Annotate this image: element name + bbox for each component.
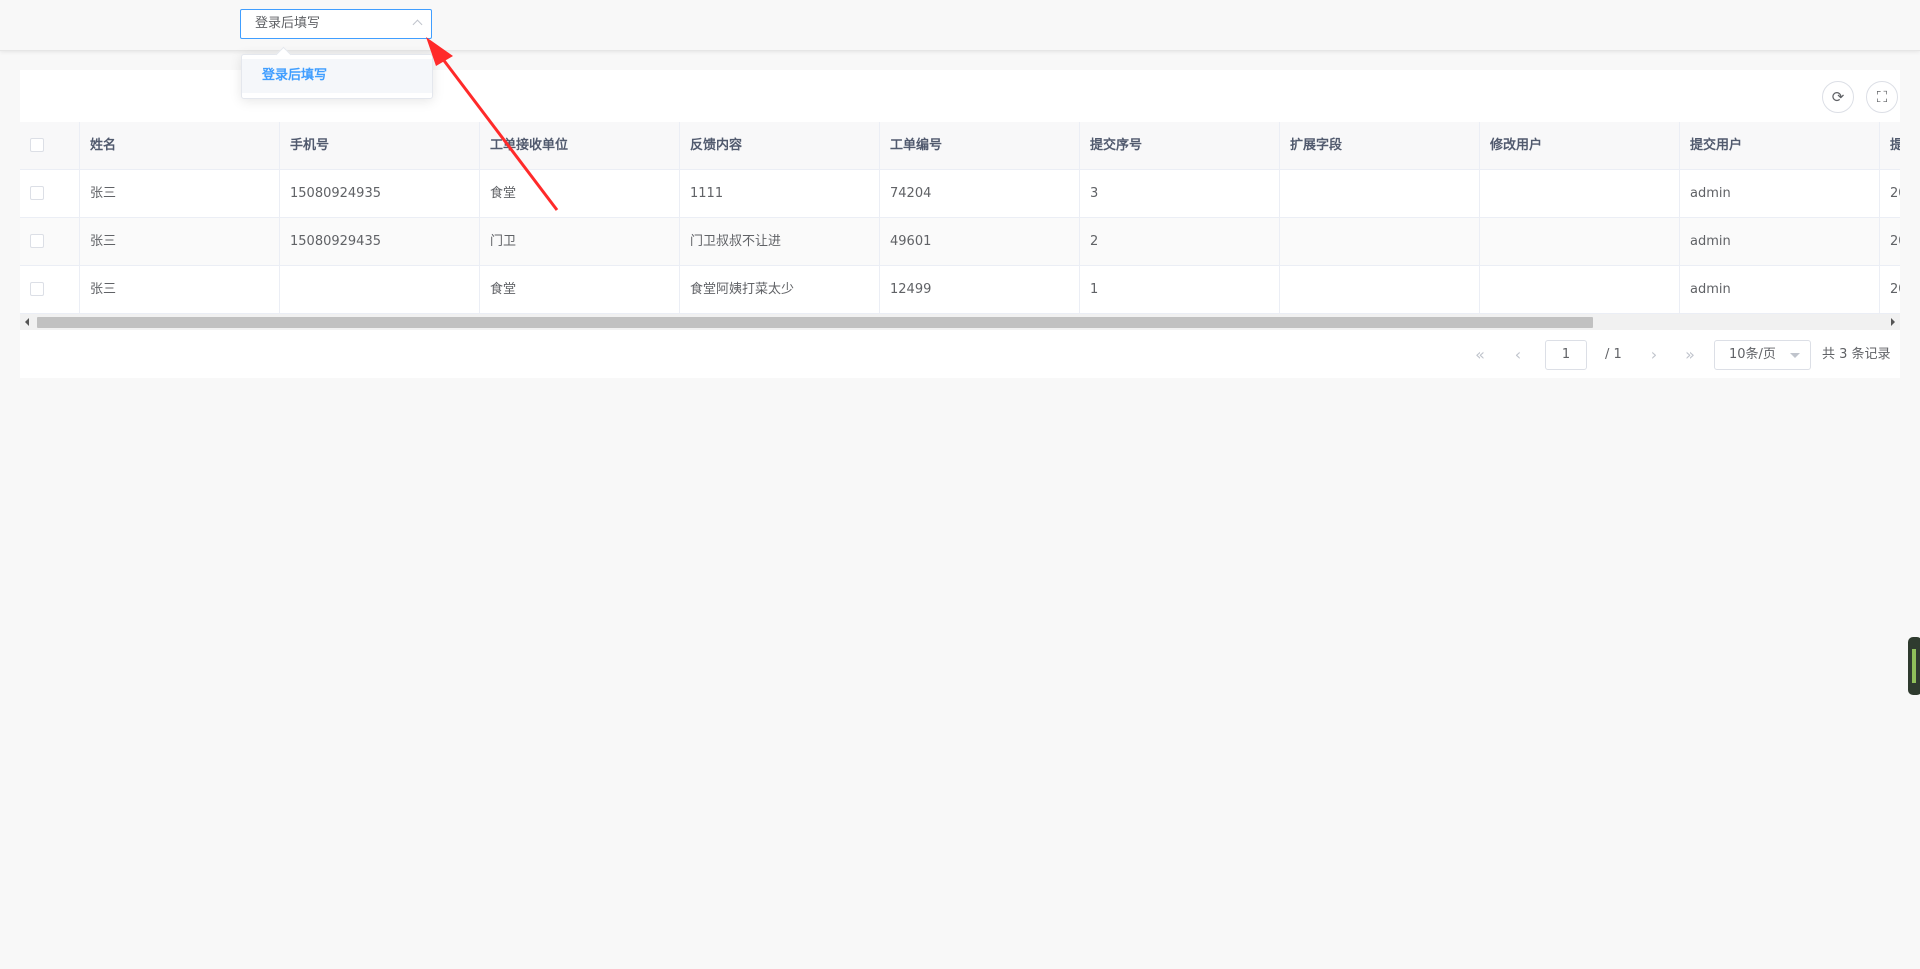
table-cell: 门卫 xyxy=(480,218,680,265)
prev-page-button[interactable]: ‹ xyxy=(1504,340,1532,370)
table-row[interactable]: 张三 食堂 食堂阿姨打菜太少 12499 1 admin 20 xyxy=(20,266,1900,314)
caret-down-icon xyxy=(1790,353,1800,358)
table-cell: 15080924935 xyxy=(280,170,480,217)
table-cell xyxy=(1280,170,1480,217)
column-header[interactable]: 提交序号 xyxy=(1080,122,1280,169)
scroll-left-icon[interactable] xyxy=(25,318,29,326)
last-page-button[interactable]: » xyxy=(1676,340,1704,370)
table-cell: 49601 xyxy=(880,218,1080,265)
top-bar: 登录后填写 xyxy=(0,0,1920,51)
table-cell: 食堂 xyxy=(480,266,680,313)
table-cell: 张三 xyxy=(80,266,280,313)
next-page-button[interactable]: › xyxy=(1640,340,1668,370)
select-all-cell xyxy=(20,122,80,169)
chevron-right-icon: › xyxy=(1650,345,1658,364)
table-cell: 1111 xyxy=(680,170,880,217)
select-all-checkbox[interactable] xyxy=(30,138,44,152)
row-select-cell xyxy=(20,218,80,265)
table-cell xyxy=(1480,170,1680,217)
table-cell: 74204 xyxy=(880,170,1080,217)
row-select-cell xyxy=(20,266,80,313)
table-cell: 1 xyxy=(1080,266,1280,313)
column-header[interactable]: 反馈内容 xyxy=(680,122,880,169)
table-cell: 门卫叔叔不让进 xyxy=(680,218,880,265)
table-cell xyxy=(1480,266,1680,313)
status-select-value: 登录后填写 xyxy=(255,16,321,31)
fullscreen-icon: ⛶ xyxy=(1876,88,1888,106)
row-checkbox[interactable] xyxy=(30,282,44,296)
table-cell: admin xyxy=(1680,266,1880,313)
table-cell: 张三 xyxy=(80,170,280,217)
table-cell: 12499 xyxy=(880,266,1080,313)
horizontal-scrollbar[interactable] xyxy=(20,314,1900,330)
scrollbar-thumb[interactable] xyxy=(37,317,1593,328)
refresh-button[interactable]: ⟳ xyxy=(1822,81,1854,113)
double-chevron-left-icon: « xyxy=(1475,345,1485,364)
row-checkbox[interactable] xyxy=(30,234,44,248)
column-header[interactable]: 提 xyxy=(1880,122,1900,169)
column-header[interactable]: 工单编号 xyxy=(880,122,1080,169)
column-header[interactable]: 修改用户 xyxy=(1480,122,1680,169)
page-number-input[interactable]: 1 xyxy=(1545,340,1587,370)
dropdown-option[interactable]: 登录后填写 xyxy=(242,59,432,93)
first-page-button[interactable]: « xyxy=(1466,340,1494,370)
column-header[interactable]: 工单接收单位 xyxy=(480,122,680,169)
status-select-dropdown: 登录后填写 xyxy=(241,46,433,99)
scroll-right-icon[interactable] xyxy=(1891,318,1895,326)
table-row[interactable]: 张三 15080929435 门卫 门卫叔叔不让进 49601 2 admin … xyxy=(20,218,1900,266)
column-header[interactable]: 姓名 xyxy=(80,122,280,169)
row-checkbox[interactable] xyxy=(30,186,44,200)
total-pages: / 1 xyxy=(1605,347,1622,362)
data-table: 姓名 手机号 工单接收单位 反馈内容 工单编号 提交序号 扩展字段 修改用户 提… xyxy=(20,122,1900,314)
page-size-select[interactable]: 10条/页 xyxy=(1714,340,1811,370)
table-cell xyxy=(280,266,480,313)
table-cell: 3 xyxy=(1080,170,1280,217)
column-header[interactable]: 扩展字段 xyxy=(1280,122,1480,169)
side-floating-widget[interactable] xyxy=(1908,637,1920,695)
double-chevron-right-icon: » xyxy=(1685,345,1695,364)
table-cell xyxy=(1480,218,1680,265)
table-cell: 食堂 xyxy=(480,170,680,217)
widget-level-bar xyxy=(1912,649,1916,683)
table-row[interactable]: 张三 15080924935 食堂 1111 74204 3 admin 20 xyxy=(20,170,1900,218)
column-header[interactable]: 手机号 xyxy=(280,122,480,169)
page-size-value: 10条/页 xyxy=(1729,347,1776,362)
total-records: 共 3 条记录 xyxy=(1822,347,1891,362)
refresh-icon: ⟳ xyxy=(1831,88,1845,106)
chevron-left-icon: ‹ xyxy=(1514,345,1522,364)
table-cell: 张三 xyxy=(80,218,280,265)
table-cell: admin xyxy=(1680,218,1880,265)
chevron-up-icon xyxy=(412,19,423,30)
column-header[interactable]: 提交用户 xyxy=(1680,122,1880,169)
table-header-row: 姓名 手机号 工单接收单位 反馈内容 工单编号 提交序号 扩展字段 修改用户 提… xyxy=(20,122,1900,170)
row-select-cell xyxy=(20,170,80,217)
table-cell: 2 xyxy=(1080,218,1280,265)
table-cell: 食堂阿姨打菜太少 xyxy=(680,266,880,313)
table-cell: 20 xyxy=(1880,218,1900,265)
table-cell xyxy=(1280,218,1480,265)
table-cell: 15080929435 xyxy=(280,218,480,265)
status-select[interactable]: 登录后填写 xyxy=(240,9,432,39)
table-cell xyxy=(1280,266,1480,313)
fullscreen-button[interactable]: ⛶ xyxy=(1866,81,1898,113)
table-cell: admin xyxy=(1680,170,1880,217)
table-cell: 20 xyxy=(1880,170,1900,217)
table-cell: 20 xyxy=(1880,266,1900,313)
